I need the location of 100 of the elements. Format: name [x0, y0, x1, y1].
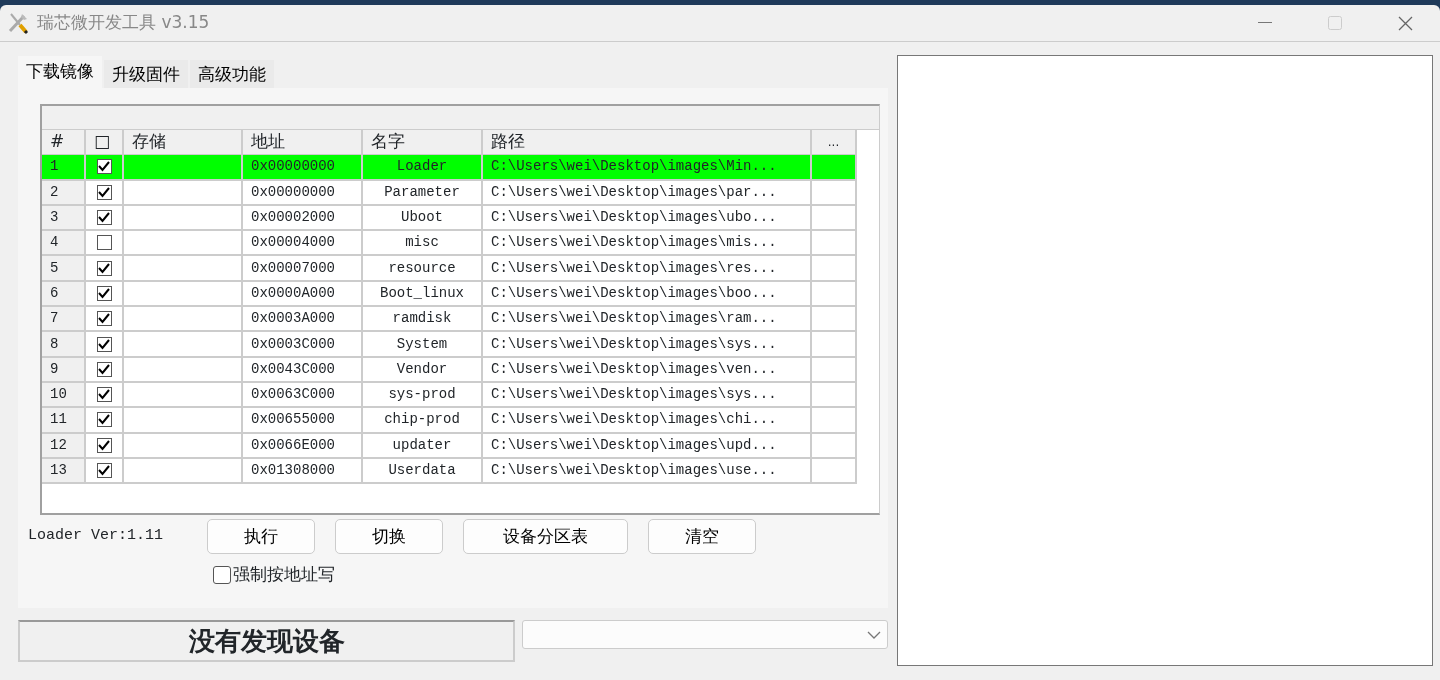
column-header[interactable]: 名字 [363, 130, 483, 156]
column-header[interactable]: 路径 [483, 130, 812, 156]
column-header[interactable]: 地址 [243, 130, 363, 156]
checkbox[interactable] [96, 463, 112, 478]
checkbox[interactable] [213, 565, 231, 584]
table-cell: C:\Users\wei\Desktop\images\mis... [483, 231, 812, 257]
table-row[interactable]: 8 0x0003C000 System C:\Users\wei\Desktop\images\sys... [42, 332, 879, 358]
table-row[interactable]: 1 0x00000000 Loader C:\Users\wei\Desktop\images\Min... [42, 155, 879, 181]
table-cell: 0x0000A000 [243, 281, 363, 308]
table-cell: 0x00000000 [243, 155, 363, 181]
tab[interactable]: 下载镜像 [18, 56, 102, 88]
table-row[interactable]: 3 0x00002000 Uboot C:\Users\wei\Desktop\images\ubo... [42, 205, 879, 232]
table-cell: 0x00000000 [243, 180, 363, 206]
column-header[interactable]: 存储 [124, 130, 243, 156]
row-number: 3 [42, 205, 86, 232]
row-number: 7 [42, 307, 86, 333]
table-cell: C:\Users\wei\Desktop\images\use... [483, 458, 812, 485]
status-message: 没有发现设备 [18, 620, 515, 662]
table-row[interactable]: 6 0x0000A000 Boot_linux C:\Users\wei\Desktop\images\boo... [42, 281, 879, 308]
button[interactable]: 设备分区表 [463, 519, 628, 554]
table-cell: Userdata [363, 458, 483, 485]
button[interactable]: 清空 [648, 519, 756, 554]
column-header[interactable]: ... [812, 130, 857, 156]
table-cell: C:\Users\wei\Desktop\images\Min... [483, 155, 812, 181]
checkbox[interactable] [96, 184, 112, 200]
table-cell: C:\Users\wei\Desktop\images\par... [483, 180, 812, 206]
tab[interactable]: 升级固件 [104, 60, 188, 88]
table-cell: chip-prod [363, 408, 483, 434]
table-row[interactable]: 12 0x0066E000 updater C:\Users\wei\Desktop\images\upd... [42, 433, 879, 459]
table-cell: C:\Users\wei\Desktop\images\sys... [483, 332, 812, 358]
table-cell: C:\Users\wei\Desktop\images\ven... [483, 357, 812, 383]
checkbox[interactable] [96, 361, 112, 377]
table-cell: C:\Users\wei\Desktop\images\boo... [483, 281, 812, 308]
button[interactable]: 切换 [335, 519, 443, 554]
table-cell: 0x0003C000 [243, 332, 363, 358]
minimize-icon [1258, 22, 1272, 24]
table-cell: 0x00655000 [243, 408, 363, 434]
column-header[interactable]: □ [86, 130, 124, 156]
table-cell: System [363, 332, 483, 358]
checkbox[interactable] [96, 336, 112, 352]
row-number: 1 [42, 155, 86, 181]
maximize-icon [1328, 16, 1342, 30]
table-cell: Vendor [363, 357, 483, 383]
table-cell: C:\Users\wei\Desktop\images\ram... [483, 307, 812, 333]
table-cell: 0x0043C000 [243, 357, 363, 383]
row-number: 10 [42, 382, 86, 409]
checkbox[interactable] [96, 437, 112, 453]
table-cell: C:\Users\wei\Desktop\images\sys... [483, 382, 812, 409]
table-row[interactable]: 10 0x0063C000 sys-prod C:\Users\wei\Desktop\images\sys... [42, 382, 879, 409]
row-number: 4 [42, 231, 86, 257]
table-row[interactable]: 13 0x01308000 Userdata C:\Users\wei\Desktop\images\use... [42, 458, 879, 485]
table-cell: C:\Users\wei\Desktop\images\res... [483, 256, 812, 282]
table-cell: updater [363, 433, 483, 459]
table-row[interactable]: 2 0x00000000 Parameter C:\Users\wei\Desktop\images\par... [42, 180, 879, 206]
table-row[interactable]: 11 0x00655000 chip-prod C:\Users\wei\Desktop\images\chi... [42, 408, 879, 434]
checkbox[interactable] [96, 210, 112, 226]
row-number: 13 [42, 458, 86, 485]
table-cell: 0x00002000 [243, 205, 363, 232]
checkbox-label[interactable]: 强制按地址写 [233, 562, 335, 588]
loader-version: Loader Ver:1.11 [27, 526, 165, 547]
table-row[interactable]: 7 0x0003A000 ramdisk C:\Users\wei\Desktop\images\ram... [42, 307, 879, 333]
table-row[interactable]: 5 0x00007000 resource C:\Users\wei\Desktop\images\res... [42, 256, 879, 282]
tab[interactable]: 高级功能 [190, 60, 274, 88]
table-cell: 0x0003A000 [243, 307, 363, 333]
table-cell: sys-prod [363, 382, 483, 409]
row-number: 9 [42, 357, 86, 383]
table-cell: Uboot [363, 205, 483, 232]
checkbox[interactable] [96, 412, 112, 428]
checkbox[interactable] [96, 260, 112, 276]
table-cell: C:\Users\wei\Desktop\images\ubo... [483, 205, 812, 232]
table-cell: 0x00007000 [243, 256, 363, 282]
table-cell: 0x0063C000 [243, 382, 363, 409]
window-title: 瑞芯微开发工具 v3.15 [37, 11, 210, 35]
row-number: 2 [42, 180, 86, 206]
button[interactable]: 执行 [207, 519, 315, 554]
column-header[interactable]: # [42, 130, 86, 156]
checkbox[interactable] [96, 235, 112, 251]
table-cell: resource [363, 256, 483, 282]
table-cell: 0x01308000 [243, 458, 363, 485]
table-cell: misc [363, 231, 483, 257]
checkbox[interactable] [96, 285, 112, 301]
row-number: 5 [42, 256, 86, 282]
tools-icon [7, 11, 31, 35]
table-cell: C:\Users\wei\Desktop\images\upd... [483, 433, 812, 459]
table-cell: 0x00004000 [243, 231, 363, 257]
checkbox[interactable] [96, 159, 112, 175]
table-cell: Loader [363, 155, 483, 181]
table-row[interactable]: 4 0x00004000 misc C:\Users\wei\Desktop\images\mis... [42, 231, 879, 257]
row-number: 6 [42, 281, 86, 308]
checkbox[interactable] [96, 387, 112, 403]
table-cell: Boot_linux [363, 281, 483, 308]
row-number: 11 [42, 408, 86, 434]
chevron-down-icon [867, 630, 881, 639]
table-cell: C:\Users\wei\Desktop\images\chi... [483, 408, 812, 434]
table-row[interactable]: 9 0x0043C000 Vendor C:\Users\wei\Desktop\images\ven... [42, 357, 879, 383]
table-cell: 0x0066E000 [243, 433, 363, 459]
checkbox[interactable] [96, 311, 112, 327]
row-number: 12 [42, 433, 86, 459]
table-cell: ramdisk [363, 307, 483, 333]
row-number: 8 [42, 332, 86, 358]
